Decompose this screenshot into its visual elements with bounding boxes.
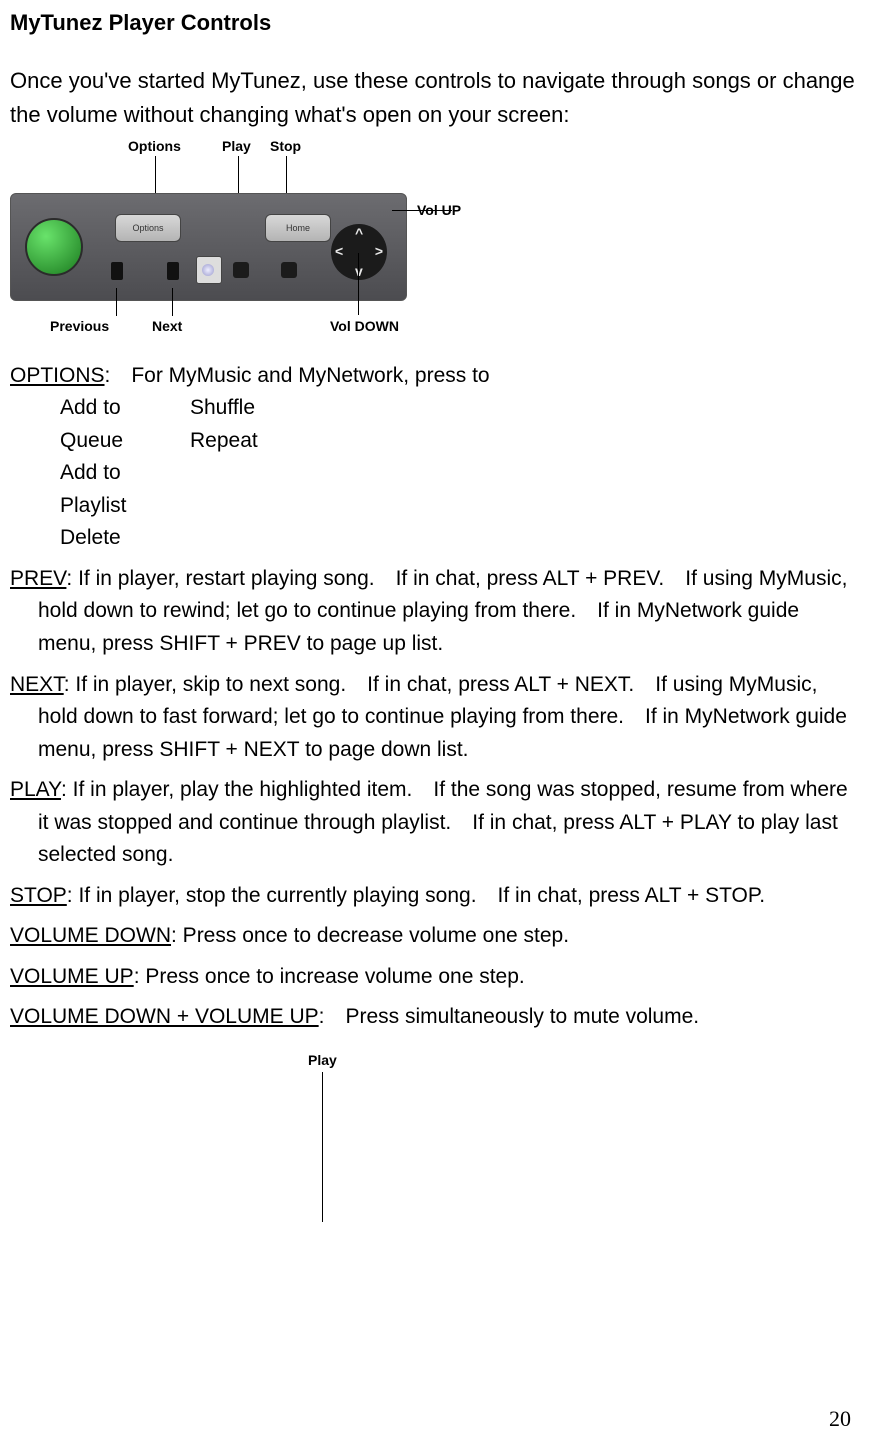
entry-label: VOLUME DOWN — [10, 924, 171, 947]
entry-label: VOLUME UP — [10, 965, 134, 988]
bottom-callout: Play — [10, 1052, 859, 1222]
options-label: OPTIONS — [10, 364, 105, 387]
callout-play: Play — [222, 138, 251, 154]
options-item: Add to Playlist — [60, 457, 150, 522]
entry-text: : Press once to increase volume one step… — [134, 965, 525, 988]
dpad-up-icon: ^ — [355, 225, 363, 241]
stop-button-icon — [281, 262, 297, 278]
intro-paragraph: Once you've started MyTunez, use these c… — [10, 64, 859, 132]
leader-line — [358, 253, 359, 315]
entry-stop: STOP: If in player, stop the currently p… — [10, 880, 859, 913]
entry-mute: VOLUME DOWN + VOLUME UP: Press simultane… — [10, 1001, 859, 1034]
entry-text: : Press once to decrease volume one step… — [171, 924, 569, 947]
home-button-icon: Home — [265, 214, 331, 242]
options-tail: : For MyMusic and MyNetwork, press to — [105, 364, 490, 387]
document-page: MyTunez Player Controls Once you've star… — [0, 0, 873, 1454]
entry-label: PLAY — [10, 778, 61, 801]
options-item: Add to Queue — [60, 392, 150, 457]
entry-text: : If in player, stop the currently playi… — [67, 884, 765, 907]
entry-text: : If in player, restart playing song. If… — [38, 567, 847, 655]
dpad-right-icon: > — [375, 243, 383, 259]
entry-text: : If in player, skip to next song. If in… — [38, 673, 847, 761]
callout-previous: Previous — [50, 318, 109, 334]
entry-volume-up: VOLUME UP: Press once to increase volume… — [10, 961, 859, 994]
leader-line — [322, 1072, 323, 1222]
options-section: OPTIONS: For MyMusic and MyNetwork, pres… — [10, 364, 859, 555]
callout-vol-down: Vol DOWN — [330, 318, 399, 334]
leader-line — [116, 288, 117, 316]
entry-text: : If in player, play the highlighted ite… — [38, 778, 848, 866]
options-item: Delete — [60, 522, 150, 555]
callout-next: Next — [152, 318, 182, 334]
page-title: MyTunez Player Controls — [10, 10, 859, 36]
callout-play-bottom: Play — [308, 1052, 337, 1068]
entry-label: VOLUME DOWN + VOLUME UP — [10, 1005, 319, 1028]
entry-prev: PREV: If in player, restart playing song… — [10, 563, 859, 661]
entry-label: NEXT — [10, 673, 64, 696]
entry-label: STOP — [10, 884, 67, 907]
controls-diagram: Options Play Stop Options Home ^ v < > — [10, 138, 859, 358]
options-item: Shuffle — [190, 392, 258, 425]
power-button-icon — [25, 218, 83, 276]
options-button-icon: Options — [115, 214, 181, 242]
entry-volume-down: VOLUME DOWN: Press once to decrease volu… — [10, 920, 859, 953]
leader-line — [172, 288, 173, 316]
options-item: Repeat — [190, 425, 258, 458]
entry-label: PREV — [10, 567, 66, 590]
callout-stop: Stop — [270, 138, 301, 154]
entry-play: PLAY: If in player, play the highlighted… — [10, 774, 859, 872]
center-button-icon — [196, 256, 222, 284]
dpad-icon: ^ v < > — [331, 224, 387, 280]
entry-text: : Press simultaneously to mute volume. — [319, 1005, 699, 1028]
page-number: 20 — [829, 1406, 851, 1432]
device-photo: Options Home ^ v < > — [10, 193, 407, 301]
callout-options: Options — [128, 138, 181, 154]
next-button-icon — [167, 262, 179, 280]
play-button-icon — [233, 262, 249, 278]
entry-next: NEXT: If in player, skip to next song. I… — [10, 669, 859, 767]
dpad-left-icon: < — [335, 243, 343, 259]
prev-button-icon — [111, 262, 123, 280]
callout-vol-up: Vol UP — [417, 202, 461, 218]
